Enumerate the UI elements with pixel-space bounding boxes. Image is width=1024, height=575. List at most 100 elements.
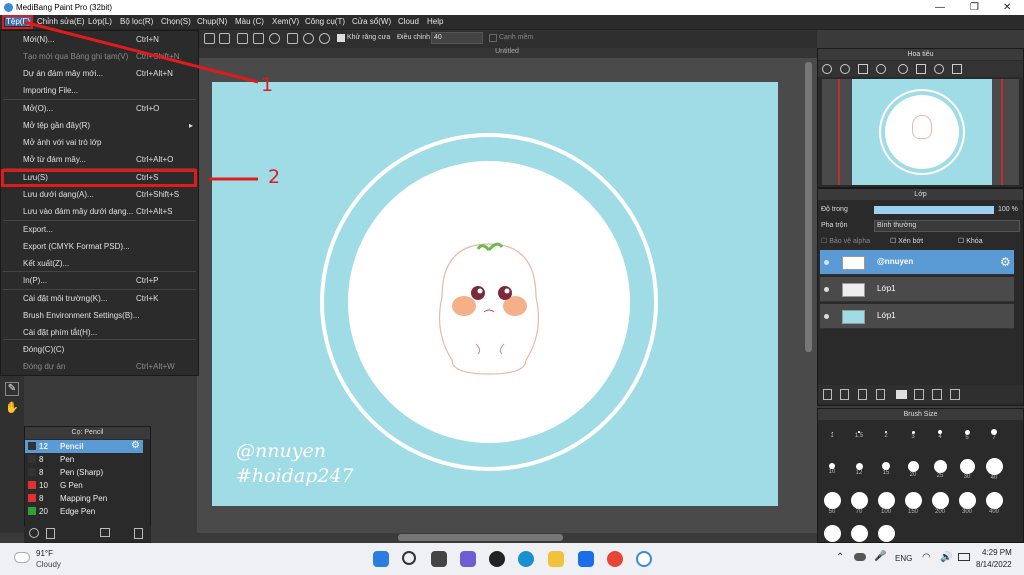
vertical-scrollbar[interactable] [805,62,812,352]
brush-item[interactable]: 8 Mapping Pen [25,492,143,505]
edge-browser-icon[interactable] [518,551,534,567]
search-icon[interactable] [402,551,416,565]
brush-stroke-icon[interactable] [204,33,215,44]
brush-size-preset[interactable]: 70 [847,491,871,515]
menu-view[interactable]: Xem(V) [272,17,299,26]
delete-layer-icon[interactable] [950,389,960,400]
file-menu-item[interactable]: Mở từ đám mây... [23,151,86,168]
menu-filter[interactable]: Bộ lọc(R) [120,17,153,26]
file-menu-item[interactable]: Mở ảnh với vai trò lớp [23,134,101,151]
horizontal-scrollbar[interactable] [398,534,563,541]
clock-time[interactable]: 4:29 PM [982,548,1012,557]
weather-temp[interactable]: 91°F [36,549,53,558]
brush-size-preset[interactable]: 10 [820,457,844,475]
brush-size-preset[interactable]: 300 [955,491,979,515]
teams-chat-icon[interactable] [460,551,476,567]
clock-date[interactable]: 8/14/2022 [976,560,1012,569]
windows-start-icon[interactable] [373,551,389,567]
radial-icon[interactable] [253,33,264,44]
file-menu-item[interactable]: Cài đặt phím tắt(H)... [23,324,97,341]
add-layer-dropdown-icon[interactable] [876,389,885,400]
new-1bit-layer-icon[interactable] [858,389,867,400]
visibility-icon[interactable] [824,287,829,292]
brush-size-preset[interactable]: 7 [982,423,1006,441]
menu-help[interactable]: Help [427,17,443,26]
brush-size-preset[interactable]: 3 [901,423,925,440]
brush-folder-icon[interactable] [100,528,110,537]
file-menu-item[interactable]: Export... [23,221,53,238]
close-icon[interactable]: ✕ [1003,2,1011,13]
language-indicator[interactable]: ENG [895,554,912,563]
ellipse-icon[interactable] [303,33,314,44]
layer-row[interactable]: @nnuyen ⚙ [820,250,1014,275]
smooth-checkbox[interactable] [489,34,497,42]
navigator-preview[interactable] [852,79,992,185]
brush-add-icon[interactable] [29,528,39,538]
layer-row[interactable]: Lớp1 [820,304,1014,329]
brush-size-preset[interactable]: 5 [955,423,979,441]
new-halftone-layer-icon[interactable] [840,389,849,400]
opacity-slider[interactable] [874,206,994,214]
merge-layer-icon[interactable] [932,389,942,400]
brush-item[interactable]: 20 Edge Pen [25,505,143,518]
file-menu-item[interactable]: Export (CMYK Format PSD)... [23,238,130,255]
onedrive-cloud-icon[interactable] [854,553,866,561]
file-menu-item[interactable]: Mới(N)... [23,31,54,48]
brush-size-preset[interactable]: 20 [901,457,925,478]
file-explorer-icon[interactable] [548,551,564,567]
brush-delete-icon[interactable] [134,528,143,539]
duplicate-layer-icon[interactable] [914,389,924,400]
chrome-icon[interactable] [607,551,623,567]
brush-size-preset[interactable]: 1 [820,423,844,439]
wifi-icon[interactable]: ◠ [922,552,931,563]
new-layer-icon[interactable] [823,389,832,400]
microphone-icon[interactable]: 🎤 [874,551,886,562]
perspective-icon[interactable] [237,33,248,44]
maximize-icon[interactable]: ❐ [970,2,979,13]
document-tab[interactable]: Untitled [197,48,817,58]
chevron-up-icon[interactable]: ⌃ [836,552,844,563]
file-menu-item[interactable]: Mở tệp gần đây(R) [23,117,90,134]
clip-checkbox[interactable]: ☐ Xén bớt [890,237,923,245]
adjust-input[interactable]: 40 [431,32,483,44]
file-menu-item[interactable]: Đóng(C)(C) [23,341,64,358]
brush-item[interactable]: 8 Pen [25,453,143,466]
file-menu-item[interactable]: Kết xuất(Z)... [23,255,69,272]
protect-alpha-checkbox[interactable]: ☐ Bảo vệ alpha [821,237,870,245]
brush-item[interactable]: 10 G Pen [25,479,143,492]
layer-row[interactable]: Lớp1 [820,277,1014,302]
brush-size-preset[interactable]: 30 [955,457,979,480]
brush-size-preset[interactable]: 4 [928,423,952,440]
zoom-out-icon[interactable] [840,64,850,74]
minimize-icon[interactable]: — [935,2,945,13]
brush-size-preset[interactable]: 150 [901,491,925,515]
task-view-icon[interactable] [431,551,447,567]
menu-select[interactable]: Chọn(S) [161,17,191,26]
brush-new-icon[interactable] [46,528,55,539]
flip-icon[interactable] [916,64,926,74]
eyedropper-icon[interactable]: ✎ [5,382,19,396]
file-menu-item[interactable]: Mở(O)... [23,100,53,117]
file-menu-item[interactable]: Lưu dưới dạng(A)... [23,186,94,203]
brush-settings-gear-icon[interactable]: ⚙ [131,440,140,451]
brush-size-preset[interactable]: 400 [982,491,1006,515]
file-menu-item[interactable]: Cài đặt môi trường(K)... [23,290,107,307]
blend-select[interactable]: Bình thường [874,220,1020,232]
fit-icon[interactable] [858,64,868,74]
menu-color[interactable]: Màu (C) [235,17,264,26]
grid-icon[interactable] [219,33,230,44]
menu-edit[interactable]: Chỉnh sửa(E) [37,17,85,26]
gear-snap-icon[interactable] [319,33,330,44]
menu-layer[interactable]: Lớp(L) [88,17,112,26]
zoom-in-icon[interactable] [822,64,832,74]
brush-size-preset[interactable]: 15 [874,457,898,476]
concentric-icon[interactable] [269,33,280,44]
brush-size-preset[interactable]: 1.5 [847,423,871,439]
brush-size-preset[interactable] [847,525,871,542]
file-menu-item[interactable]: Brush Environment Settings(B)... [23,307,140,324]
battery-icon[interactable] [958,553,970,561]
brush-size-preset[interactable]: 2 [874,423,898,439]
curve-icon[interactable] [287,33,298,44]
file-menu-item[interactable]: Lưu vào đám mây dưới dạng... [23,203,133,220]
lock-checkbox[interactable]: ☐ Khóa [958,237,983,245]
